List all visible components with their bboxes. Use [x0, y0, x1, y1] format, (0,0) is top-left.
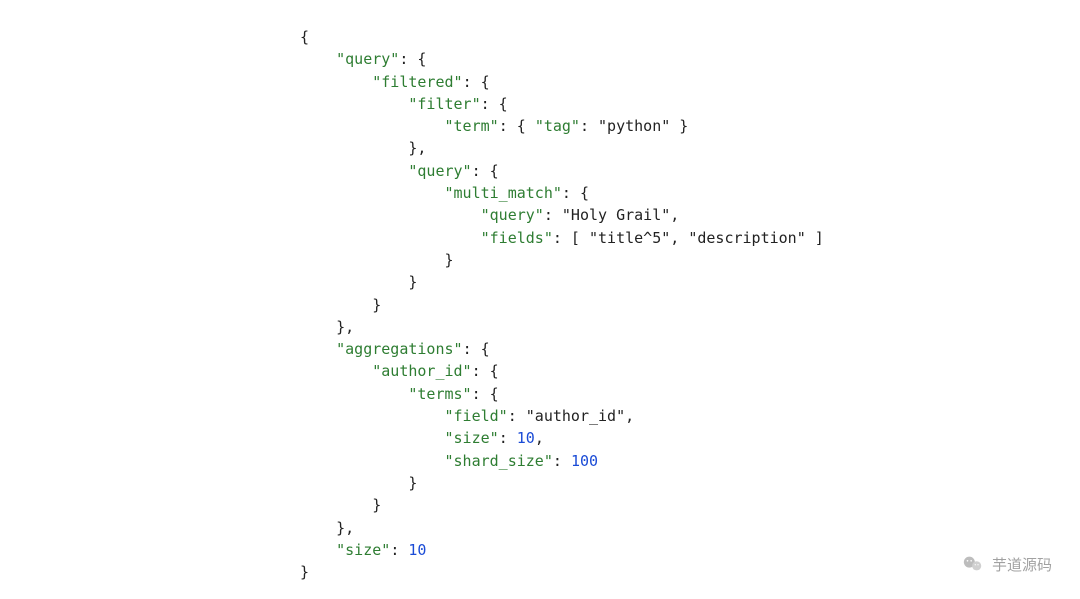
number-10-a: 10	[517, 429, 535, 447]
key-query: "query"	[336, 50, 399, 68]
key-aggregations: "aggregations"	[336, 340, 462, 358]
string-title5: "title^5"	[589, 229, 670, 247]
watermark-text: 芋道源码	[992, 554, 1052, 575]
key-field: "field"	[445, 407, 508, 425]
string-author-id: "author_id"	[526, 407, 625, 425]
number-100: 100	[571, 452, 598, 470]
number-10-b: 10	[408, 541, 426, 559]
key-author-id: "author_id"	[372, 362, 471, 380]
key-query-inner: "query"	[408, 162, 471, 180]
key-multi-match: "multi_match"	[445, 184, 562, 202]
key-size-outer: "size"	[336, 541, 390, 559]
key-term: "term"	[445, 117, 499, 135]
string-python: "python"	[598, 117, 670, 135]
string-holy-grail: "Holy Grail"	[562, 206, 670, 224]
key-filtered: "filtered"	[372, 73, 462, 91]
key-query-mm: "query"	[481, 206, 544, 224]
watermark: 芋道源码	[962, 553, 1052, 575]
key-filter: "filter"	[408, 95, 480, 113]
key-size-inner: "size"	[445, 429, 499, 447]
key-tag: "tag"	[535, 117, 580, 135]
key-shard-size: "shard_size"	[445, 452, 553, 470]
string-description: "description"	[688, 229, 805, 247]
json-code-block: { "query": { "filtered": { "filter": { "…	[300, 26, 824, 583]
key-fields: "fields"	[481, 229, 553, 247]
key-terms: "terms"	[408, 385, 471, 403]
wechat-icon	[962, 553, 984, 575]
